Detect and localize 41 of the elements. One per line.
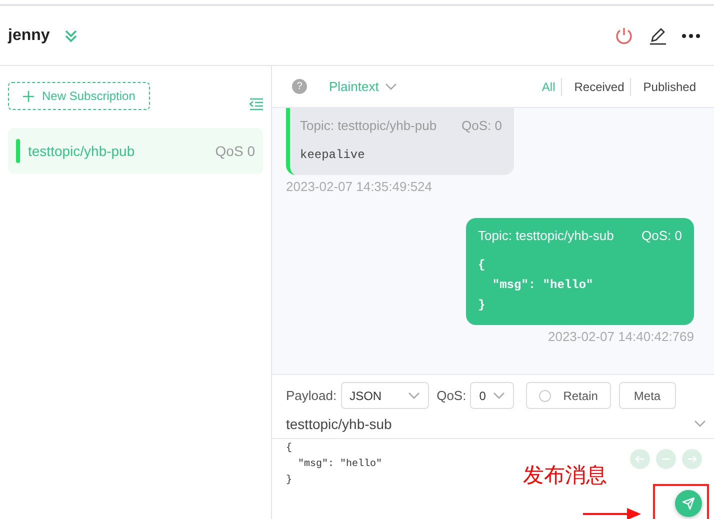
plus-icon bbox=[23, 90, 34, 102]
chevron-down-icon bbox=[408, 392, 420, 400]
message-topic: Topic: testtopic/yhb-pub bbox=[300, 118, 437, 133]
message-time: 2023-02-07 14:35:49:524 bbox=[286, 179, 432, 194]
power-icon[interactable] bbox=[614, 26, 634, 46]
chevron-down-icon bbox=[493, 392, 506, 400]
topic-input[interactable]: testtopic/yhb-sub bbox=[286, 416, 694, 432]
message-topic: Topic: testtopic/yhb-sub bbox=[478, 228, 614, 243]
previous-button[interactable] bbox=[630, 449, 650, 469]
subscription-qos: QoS 0 bbox=[215, 143, 255, 159]
message-qos: QoS: 0 bbox=[462, 118, 502, 133]
arrow-right-icon bbox=[687, 454, 697, 464]
message-qos: QoS: 0 bbox=[642, 228, 682, 243]
qos-label: QoS: bbox=[436, 388, 466, 403]
meta-button[interactable]: Meta bbox=[618, 382, 676, 409]
edit-icon[interactable] bbox=[648, 26, 668, 46]
send-icon bbox=[682, 497, 695, 510]
annotation-text: 发布消息 bbox=[523, 462, 607, 489]
expand-icon bbox=[694, 420, 706, 428]
arrow-left-icon bbox=[635, 454, 645, 464]
connection-name: jenny bbox=[8, 26, 50, 44]
payload-editor[interactable]: { "msg": "hello" } bbox=[272, 439, 396, 491]
chevron-down-icon bbox=[384, 82, 397, 90]
collapse-icon[interactable] bbox=[249, 97, 263, 111]
filter-tab[interactable]: Published bbox=[630, 78, 702, 96]
payload-label: Payload: bbox=[286, 388, 337, 403]
message-time: 2023-02-07 14:40:42:769 bbox=[548, 329, 694, 344]
retain-checkbox[interactable]: Retain bbox=[526, 382, 611, 409]
annotation-arrow bbox=[583, 508, 641, 519]
more-icon[interactable] bbox=[682, 32, 700, 38]
message-payload: { "msg": "hello" } bbox=[478, 257, 594, 314]
payload-format-select[interactable]: JSON bbox=[340, 382, 429, 409]
clear-button[interactable] bbox=[656, 449, 676, 469]
filter-tab[interactable]: Received bbox=[561, 78, 630, 96]
next-button[interactable] bbox=[682, 449, 702, 469]
qos-select[interactable]: 0 bbox=[470, 382, 514, 409]
message-payload: keepalive bbox=[300, 147, 366, 164]
double-chevron-icon[interactable] bbox=[64, 28, 78, 42]
subscription-topic: testtopic/yhb-pub bbox=[28, 143, 136, 159]
send-button[interactable] bbox=[675, 490, 702, 517]
highlight-frame bbox=[653, 484, 709, 519]
